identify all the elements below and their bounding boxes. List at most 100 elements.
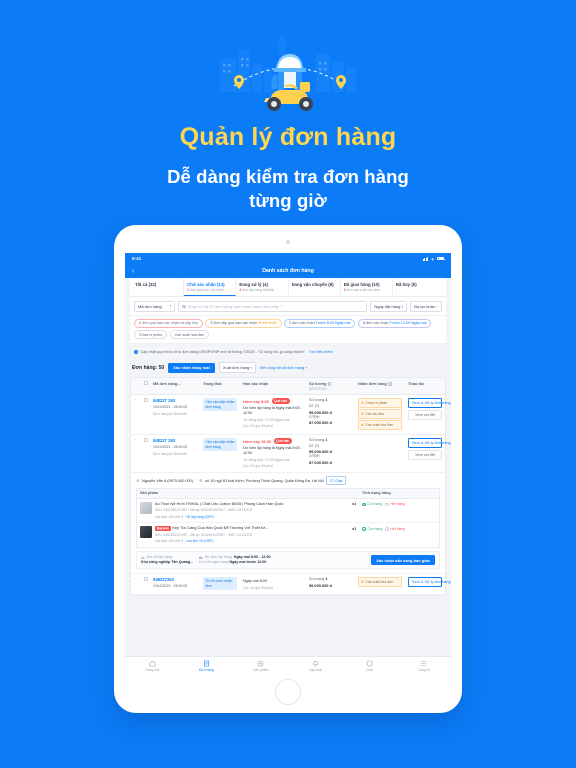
date-filter-button[interactable]: Ngày đặt hàng ▾: [370, 300, 408, 312]
process-order-button[interactable]: Xem & Xử lý đơn hàng: [408, 438, 451, 449]
hold-deadline: Ngày mai 8:00: [243, 579, 267, 584]
table-row[interactable]: ⌃ 948327 263 10/10/2021 - 06:00:00 Đơn h…: [131, 435, 451, 473]
tab-da-huy[interactable]: Đã hủy (5) –: [393, 278, 444, 296]
plus-icon: +: [436, 304, 438, 309]
bulk-confirm-button[interactable]: Xác nhận hàng loạt: [168, 363, 215, 373]
order-status-tabs[interactable]: Tất cả (32) Chờ xác nhận (13) 2 đơn quá …: [130, 278, 446, 298]
row-checkbox[interactable]: [144, 438, 148, 443]
tab-da-giao-hang[interactable]: Đã giao hàng (10) 2 đơn cần xuất hóa đơn: [341, 278, 393, 297]
row-state-cell: Yêu cầu tiếp nhận đơn hàng: [200, 395, 240, 434]
row-expand-toggle[interactable]: ⌃: [131, 435, 141, 472]
overdue-badge: Quá hạn: [273, 438, 292, 444]
tab-dang-van-chuyen[interactable]: Đang vận chuyển (8) –: [289, 278, 341, 297]
hold-autocancel: Tự động hủy: 17:00 Ngày mai: [243, 457, 290, 462]
export-orders-button[interactable]: Xuất đơn hàng ▾: [218, 362, 257, 374]
eta-deliver-value: Ngày mai trước 12:00: [229, 560, 267, 565]
quick-filter-chips: 2 đơn quá hạn xác nhận và sắp hủy 7 đơn …: [130, 316, 446, 345]
info-icon[interactable]: [388, 382, 392, 386]
tab-dang-xu-ly[interactable]: Đang xử lý (4) 2 đơn lấy hàng thất bại: [236, 278, 289, 297]
tab-sub: –: [291, 288, 294, 293]
row-hold-cell: Hôm nay 8:00 Quá hạn Dự kiến lấy hàng là…: [240, 395, 306, 434]
tabbar-item-trang-chu[interactable]: Trang chủ: [125, 660, 179, 672]
chat-button[interactable]: Chat: [326, 476, 347, 485]
th-qty: Số lượng DT/GTGH: [306, 378, 355, 394]
row-tag-cell: ✕ Cần xuất hóa đơn: [355, 574, 405, 594]
banner-link[interactable]: Tìm hiểu thêm: [309, 350, 333, 354]
order-code[interactable]: 948327 263: [153, 438, 197, 443]
chip-chua-in-phieu[interactable]: Chưa in phiếu: [134, 330, 168, 340]
app-navbar: ‹ Danh sách đơn hàng: [125, 264, 451, 278]
view-detail-button[interactable]: Xem chi tiết: [408, 450, 442, 461]
product-thumbnail: [140, 526, 152, 539]
row-checkbox[interactable]: [144, 577, 148, 582]
out-of-stock-radio[interactable]: Hết hàng: [385, 527, 405, 531]
chevron-up-icon: ⌃: [134, 398, 138, 404]
search-field-select[interactable]: Mã đơn hàng ▾: [134, 300, 176, 312]
row-checkbox-cell[interactable]: [141, 435, 150, 472]
table-row[interactable]: ⌃ 948327262 10/10/2021 - 06:00:00 Tin tổ…: [131, 574, 451, 596]
confirm-handover-button[interactable]: Xác nhận sẵn sàng bàn giao: [371, 555, 435, 565]
tab-tat-ca[interactable]: Tất cả (32): [132, 278, 185, 297]
product-name[interactable]: Áo Thun Nữ Hình TRIHAL | Chất Liệu Cotto…: [155, 502, 352, 507]
order-code[interactable]: 948327262: [153, 577, 197, 582]
order-detail-panel: Nguyễn Văn A (0975.000.000) / số 15 ngõ …: [131, 472, 445, 575]
tab-label: Đã hủy (5): [395, 281, 417, 287]
chip-xac-nhan-8h[interactable]: 7 đơn xác nhận Trước 8:00 Ngày mai: [284, 318, 356, 328]
hold-countdown: Còn 15 giờ 59 phút: [243, 586, 273, 591]
row-action-cell: Xem & Xử lý đơn hàng Xem chi tiết: [405, 435, 451, 472]
screen-scroll-area[interactable]: Tất cả (32) Chờ xác nhận (13) 2 đơn quá …: [125, 278, 451, 657]
view-detail-button[interactable]: Xem chi tiết: [408, 410, 442, 421]
out-of-stock-radio[interactable]: Hết hàng: [385, 502, 405, 506]
row-checkbox-cell[interactable]: [141, 574, 150, 594]
order-code[interactable]: 948327 263: [153, 398, 197, 403]
select-all-checkbox[interactable]: [144, 381, 148, 386]
product-name[interactable]: Mart44n Kẹp Tóc Càng Cua Hàn Quốc Để Thươ…: [155, 526, 352, 531]
th-select-all[interactable]: [141, 378, 150, 394]
tabbar-item-cap-nhat[interactable]: Cập nhật: [288, 660, 342, 672]
product-meta: SKU: 8162391021957 - Mã sp: 816239102195…: [155, 532, 253, 537]
table-row[interactable]: ⌃ 948327 263 10/10/2021 - 06:00:00 Đơn h…: [131, 395, 451, 436]
info-icon[interactable]: [327, 382, 332, 386]
hold-deadline: Hôm nay 15:00 Quá hạn: [243, 438, 303, 444]
product-price-link[interactable]: Tin lấy hàng (OEP): [186, 515, 214, 519]
search-input[interactable]: Nhập tối đa 20 đơn hàng cách nhau bằng d…: [178, 300, 368, 312]
tab-cho-xac-nhan[interactable]: Chờ xác nhận (13) 2 đơn quá hạn xác nhận: [184, 278, 237, 297]
row-expand-toggle[interactable]: ⌃: [131, 574, 141, 594]
tablet-device-frame: 9:41 ‹ Danh sách đơn hàng Tất cả (32) Ch…: [114, 225, 462, 713]
row-checkbox[interactable]: [144, 398, 148, 403]
in-stock-radio[interactable]: Còn hàng: [362, 527, 382, 531]
row-expand-toggle[interactable]: ⌃: [131, 395, 141, 434]
tabbar-item-cong-cu[interactable]: Công cụ: [397, 660, 451, 672]
more-filters-button[interactable]: Bộ lọc khác +: [410, 300, 442, 312]
hold-subtext: Dự kiến lấy hàng là Ngày mai 8:00 - 12:0…: [243, 406, 302, 416]
chip-xac-nhan-13h[interactable]: 3 đơn xác nhận Trước 13:00 Ngày mai: [357, 318, 432, 328]
mall-badge: Mart44n: [155, 526, 171, 531]
process-order-button[interactable]: Xem & Xử lý đơn hàng: [408, 577, 451, 588]
hold-countdown: Còn 23 giờ 59 phút: [243, 464, 273, 469]
order-date: 10/10/2021 - 06:00:00: [153, 405, 188, 410]
expand-all-link[interactable]: Mở rộng tất cả đơn hàng ▾: [260, 365, 307, 370]
status-badge: Yêu cầu tiếp nhận đơn hàng: [203, 398, 237, 411]
tab-label: Chờ xác nhận (13): [187, 281, 225, 287]
chip-sap-qua-han[interactable]: 7 đơn sắp quá hạn xác nhận Trước 8:00: [205, 318, 282, 328]
search-placeholder: Nhập tối đa 20 đơn hàng cách nhau bằng d…: [187, 303, 285, 309]
hold-deadline: Hôm nay 8:00 Quá hạn: [243, 398, 303, 405]
tabbar-item-san-pham[interactable]: Sản phẩm: [234, 660, 288, 672]
search-icon: [182, 304, 186, 308]
chip-can-xuat-hoa-don[interactable]: Cần xuất hóa đơn: [169, 330, 210, 340]
process-order-button[interactable]: Xem & Xử lý đơn hàng: [408, 398, 451, 409]
home-button[interactable]: [275, 679, 301, 705]
in-stock-radio[interactable]: Còn hàng: [362, 502, 382, 506]
tabbar-item-don-hang[interactable]: Đơn hàng: [179, 660, 233, 672]
product-price-link[interactable]: Lưu kho Tin (OEP): [186, 539, 214, 543]
chip-qua-han-xac-nhan[interactable]: 2 đơn quá hạn xác nhận và sắp hủy: [134, 318, 203, 328]
wifi-icon: [431, 257, 434, 260]
product-stock-status: Còn hàng Hết hàng: [362, 526, 436, 531]
chevron-up-icon: ⌃: [134, 438, 138, 444]
product-stock-status: Còn hàng Hết hàng: [362, 502, 436, 506]
tabbar-label: Công cụ: [417, 668, 430, 672]
search-field-value: Mã đơn hàng: [138, 303, 162, 309]
row-state-cell: Tin tổ chức nhận đơn: [200, 574, 240, 594]
tabbar-item-chat[interactable]: Chat: [342, 660, 396, 672]
row-checkbox-cell[interactable]: [141, 395, 150, 434]
